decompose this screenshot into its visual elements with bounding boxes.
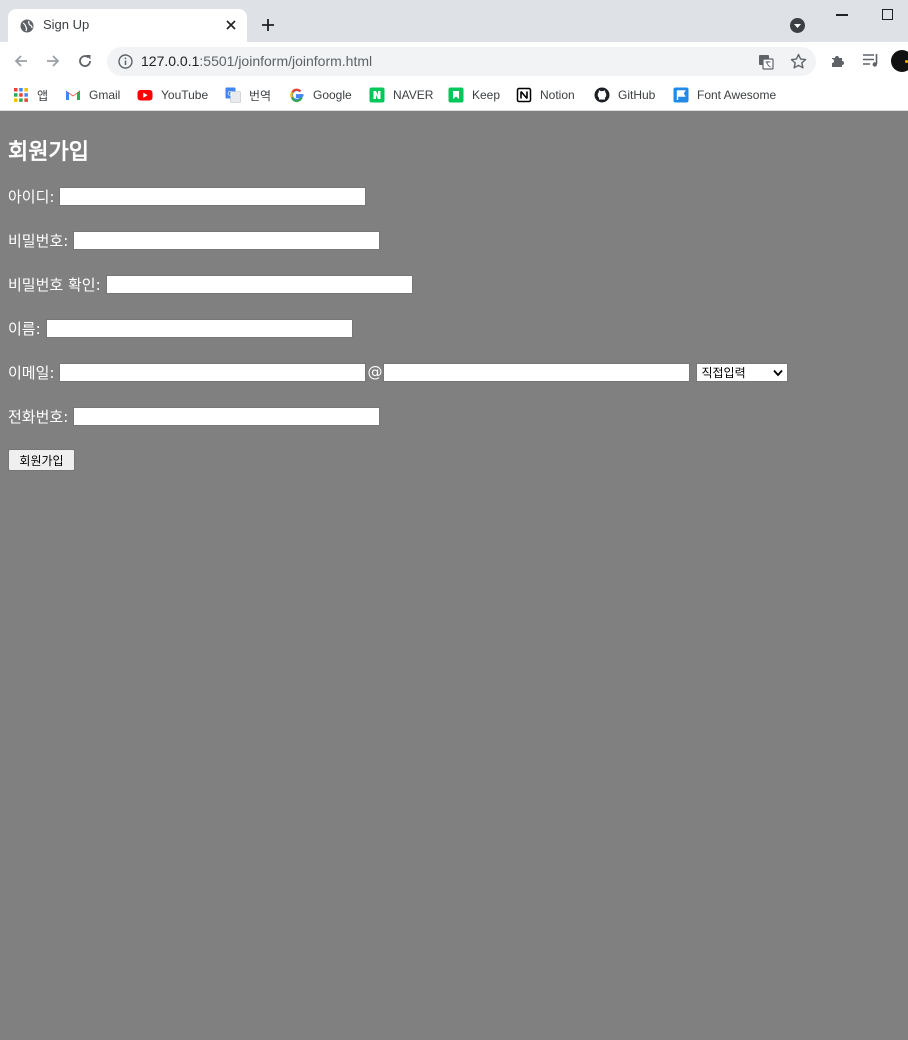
bookmark-label: Gmail bbox=[89, 88, 121, 102]
bookmarks-bar: 앱 Gmail YouTube G 번역 Google NAVER Keep N… bbox=[0, 80, 908, 111]
bookmark-translate[interactable]: G 번역 bbox=[225, 85, 271, 105]
browser-toolbar: 127.0.0.1:5501/joinform/joinform.html bbox=[0, 42, 908, 80]
google-icon bbox=[290, 88, 304, 103]
font-awesome-icon bbox=[673, 87, 689, 103]
notion-icon bbox=[516, 87, 532, 103]
bookmark-star-icon[interactable] bbox=[790, 53, 807, 70]
bookmark-apps[interactable]: 앱 bbox=[13, 85, 48, 105]
close-tab-icon[interactable] bbox=[224, 18, 238, 32]
phone-label: 전화번호: bbox=[8, 407, 69, 426]
name-row: 이름: bbox=[8, 317, 353, 339]
apps-grid-icon bbox=[14, 88, 28, 102]
bookmark-google[interactable]: Google bbox=[289, 85, 352, 105]
window-maximize-button[interactable] bbox=[882, 9, 893, 20]
bookmark-label: NAVER bbox=[393, 88, 434, 102]
back-arrow-icon[interactable] bbox=[12, 52, 30, 70]
media-control-icon[interactable] bbox=[862, 52, 880, 69]
phone-row: 전화번호: bbox=[8, 405, 381, 427]
password-confirm-label: 비밀번호 확인: bbox=[8, 275, 101, 294]
profile-avatar[interactable] bbox=[891, 50, 908, 72]
google-translate-icon: G bbox=[225, 87, 241, 103]
site-info-icon[interactable] bbox=[118, 54, 133, 69]
password-confirm-input[interactable] bbox=[105, 274, 413, 294]
window-minimize-button[interactable] bbox=[836, 14, 848, 16]
bookmark-label: 번역 bbox=[249, 88, 272, 103]
bookmark-font-awesome[interactable]: Font Awesome bbox=[673, 85, 776, 105]
name-label: 이름: bbox=[8, 319, 41, 338]
bookmark-github[interactable]: GitHub bbox=[594, 85, 655, 105]
tab-strip: Sign Up bbox=[0, 0, 908, 42]
bookmark-label: Notion bbox=[540, 88, 575, 102]
keep-icon bbox=[448, 87, 464, 103]
new-tab-plus-icon[interactable] bbox=[260, 17, 276, 33]
phone-input[interactable] bbox=[73, 406, 381, 426]
browser-tab[interactable]: Sign Up bbox=[8, 9, 247, 42]
password-row: 비밀번호: bbox=[8, 229, 381, 251]
page-content: 회원가입 아이디: 비밀번호: 비밀번호 확인: 이름: 이메일: @ 직접입력… bbox=[0, 112, 908, 1040]
chevron-down-icon bbox=[773, 369, 784, 376]
id-row: 아이디: bbox=[8, 185, 367, 207]
bookmark-label: YouTube bbox=[161, 88, 209, 102]
bookmark-naver[interactable]: NAVER bbox=[369, 85, 433, 105]
email-domain-select-value: 직접입력 bbox=[701, 365, 746, 380]
reload-icon[interactable] bbox=[76, 52, 94, 70]
email-id-input[interactable] bbox=[59, 362, 367, 382]
page-title: 회원가입 bbox=[8, 140, 89, 165]
id-label: 아이디: bbox=[8, 187, 55, 206]
bookmark-label: GitHub bbox=[618, 88, 656, 102]
bookmark-keep[interactable]: Keep bbox=[448, 85, 500, 105]
bookmark-label: Google bbox=[313, 88, 352, 102]
globe-icon bbox=[20, 19, 34, 33]
password-confirm-row: 비밀번호 확인: bbox=[8, 273, 413, 295]
name-input[interactable] bbox=[45, 318, 353, 338]
youtube-icon bbox=[137, 90, 153, 101]
svg-text:G: G bbox=[228, 91, 233, 98]
address-bar[interactable]: 127.0.0.1:5501/joinform/joinform.html bbox=[107, 47, 816, 76]
forward-arrow-icon[interactable] bbox=[44, 52, 62, 70]
email-row: 이메일: @ 직접입력 bbox=[8, 361, 789, 383]
bookmark-gmail[interactable]: Gmail bbox=[65, 85, 120, 105]
bookmark-label: 앱 bbox=[37, 88, 49, 103]
extensions-puzzle-icon[interactable] bbox=[830, 52, 847, 69]
tab-search-icon[interactable] bbox=[789, 17, 806, 34]
github-icon bbox=[594, 87, 610, 103]
bookmark-label: Font Awesome bbox=[697, 88, 777, 102]
id-input[interactable] bbox=[59, 186, 367, 206]
email-domain-input[interactable] bbox=[383, 362, 691, 382]
password-label: 비밀번호: bbox=[8, 231, 69, 250]
tab-title: Sign Up bbox=[43, 17, 90, 32]
bookmark-youtube[interactable]: YouTube bbox=[137, 85, 208, 105]
url-text: 127.0.0.1:5501/joinform/joinform.html bbox=[141, 53, 373, 69]
naver-icon bbox=[369, 87, 385, 103]
email-at-sign: @ bbox=[367, 363, 383, 381]
translate-page-icon[interactable] bbox=[758, 54, 774, 70]
bookmark-notion[interactable]: Notion bbox=[516, 85, 575, 105]
gmail-icon bbox=[66, 90, 80, 100]
signup-submit-button[interactable]: 회원가입 bbox=[8, 449, 75, 471]
email-label: 이메일: bbox=[8, 363, 55, 382]
bookmark-label: Keep bbox=[472, 88, 501, 102]
password-input[interactable] bbox=[73, 230, 381, 250]
email-domain-select[interactable]: 직접입력 bbox=[696, 362, 789, 382]
